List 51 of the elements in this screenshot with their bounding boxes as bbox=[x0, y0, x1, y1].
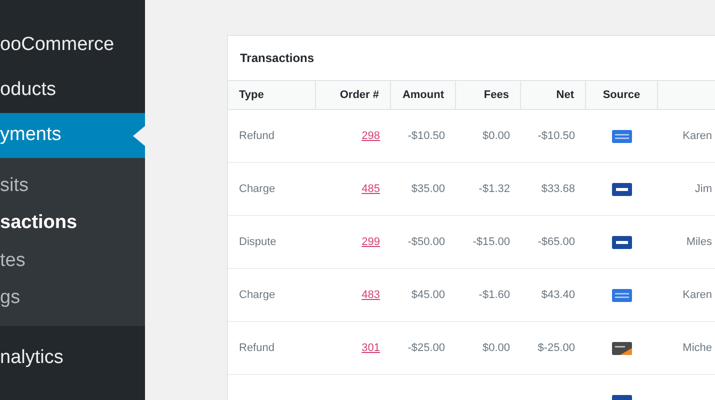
table-cell-text: Karen bbox=[682, 288, 712, 303]
column-header: Fees bbox=[456, 81, 521, 109]
card-icon bbox=[612, 342, 632, 354]
table-cell-text: $-25.00 bbox=[538, 340, 575, 356]
sidebar-item[interactable]: yments bbox=[0, 113, 145, 158]
table-cell-text: Refund bbox=[239, 340, 274, 356]
table-cell-text: -$1.60 bbox=[478, 288, 510, 303]
column-header: Amount bbox=[391, 81, 456, 109]
submenu-item[interactable]: gs bbox=[0, 280, 145, 317]
table-cell-text: $0.00 bbox=[482, 340, 510, 356]
table-cell-text: -$10.50 bbox=[408, 128, 445, 144]
column-header: Net bbox=[521, 81, 586, 109]
column-header: Type bbox=[228, 81, 316, 109]
table-cell-text: -$1.32 bbox=[478, 182, 510, 197]
sidebar-item[interactable]: ooCommerce bbox=[0, 23, 145, 68]
table-cell-text: Charge bbox=[239, 182, 276, 197]
sidebar-item[interactable]: nalytics bbox=[0, 336, 145, 381]
table-cell-text: $45.00 bbox=[411, 288, 445, 303]
table-cell-text: $0.00 bbox=[482, 128, 510, 144]
table-cell-text: Dispute bbox=[239, 234, 276, 250]
table-cell-text: Miles bbox=[686, 234, 712, 250]
table-cell-text: $33.68 bbox=[541, 182, 575, 197]
card-icon bbox=[612, 130, 632, 142]
column-header: Source bbox=[586, 81, 658, 109]
card-icon bbox=[612, 288, 632, 302]
order-link[interactable]: 299 bbox=[362, 234, 380, 250]
table-cell-text: Refund bbox=[239, 128, 274, 144]
submenu-item[interactable]: sactions bbox=[0, 204, 145, 242]
order-link[interactable]: 483 bbox=[362, 286, 380, 304]
order-link[interactable]: 485 bbox=[362, 180, 380, 198]
visa-card-icon bbox=[612, 236, 632, 248]
submenu-item[interactable]: sits bbox=[0, 167, 145, 204]
submenu-item[interactable]: tes bbox=[0, 242, 145, 280]
table-cell-text: -$10.50 bbox=[538, 128, 575, 144]
table-cell-text: -$50.00 bbox=[408, 234, 445, 250]
table-cell-text: $43.40 bbox=[541, 288, 575, 303]
table-cell-text: -$15.00 bbox=[472, 234, 510, 250]
table-cell-text: -$65.00 bbox=[538, 234, 575, 250]
visa-card-icon bbox=[612, 182, 632, 196]
table-cell-text: Jim bbox=[694, 182, 712, 197]
sidebar-item[interactable]: oducts bbox=[0, 68, 145, 113]
current-indicator-icon bbox=[133, 126, 145, 146]
column-header: Order # bbox=[316, 81, 391, 109]
table-cell-text: Karen bbox=[682, 128, 712, 144]
order-link[interactable]: 301 bbox=[362, 340, 380, 356]
table-cell-text: Miche bbox=[682, 340, 712, 356]
table-cell-text: Charge bbox=[239, 288, 276, 303]
table-cell-text: $35.00 bbox=[411, 182, 445, 197]
card-title: Transactions bbox=[240, 50, 314, 67]
table-cell-text: -$25.00 bbox=[408, 340, 445, 356]
order-link[interactable]: 298 bbox=[362, 128, 380, 144]
